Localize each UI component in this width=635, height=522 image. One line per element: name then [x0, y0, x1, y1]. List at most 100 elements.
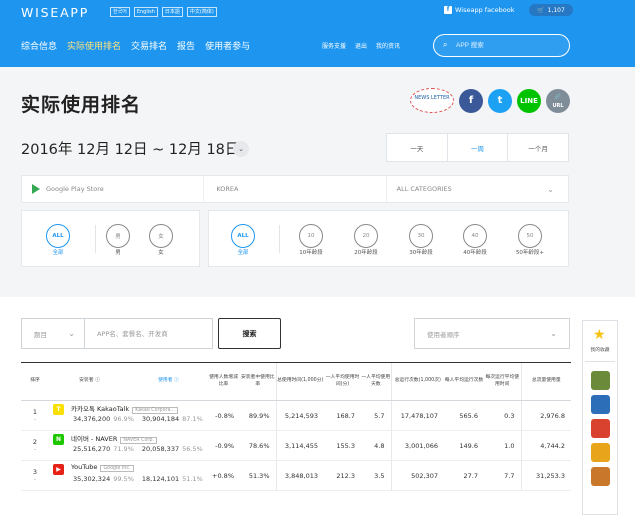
col-time-per-run[interactable]: 每次运行平均使用时间 — [484, 362, 521, 401]
share-facebook-icon[interactable]: f — [459, 89, 483, 113]
table-row[interactable]: 1- T 카카오톡 KakaoTalk Kakao Corpora... 34,376,… — [21, 400, 571, 431]
age-40s-face-icon: 40 — [463, 224, 487, 248]
col-users[interactable]: 使用者 ⓘ — [130, 362, 207, 401]
favorite-app-icon[interactable] — [591, 395, 610, 414]
facebook-link[interactable]: f Wiseapp facebook — [444, 6, 514, 14]
app-query-input[interactable] — [97, 329, 207, 338]
filter-bar: Google Play Store KOREA ALL CATEGORIES ⌄ — [21, 175, 569, 203]
nav-logout[interactable]: 退出 — [355, 41, 367, 50]
age-40s-label: 40年龄段 — [463, 250, 487, 256]
gender-all-option[interactable]: ALL 全部 — [38, 211, 78, 266]
share-url-icon[interactable]: 🔗 URL — [546, 89, 570, 113]
app-corp-badge: Google Inc. — [100, 465, 134, 472]
col-user-change[interactable]: 使用人数增减比率 — [207, 362, 240, 401]
language-switcher: 한국어 English 日本語 中文(简体) — [110, 7, 217, 17]
age-20s-option[interactable]: 20 20年龄段 — [346, 211, 386, 266]
age-30s-option[interactable]: 30 30年龄段 — [401, 211, 441, 266]
table-row[interactable]: 3- ▶ YouTube Google Inc. 35,302,324 99.5% 18,1… — [21, 460, 571, 491]
date-picker-chevron-icon[interactable]: ⌄ — [233, 141, 249, 157]
col-rank[interactable]: 排序 — [21, 362, 49, 401]
share-line-icon[interactable]: LINE — [517, 89, 541, 113]
genre-value: 题目 — [34, 330, 47, 339]
age-all-option[interactable]: ALL 全部 — [223, 211, 263, 266]
col-avg-time[interactable]: 一人平均使用时间(分) — [324, 362, 361, 401]
use-ratio-cell: 51.3% — [240, 460, 276, 491]
sort-select[interactable]: 使用者顺序 ⌄ — [414, 318, 570, 349]
country-select[interactable]: KOREA — [204, 176, 387, 202]
col-avg-runs[interactable]: 每人平均运行次数 — [444, 362, 484, 401]
nav-usage-ranking[interactable]: 实际使用排名 — [67, 39, 121, 52]
table-row[interactable]: 2- N 네이버 - NAVER NAVER Corp. 25,516,270 71.9%… — [21, 430, 571, 461]
store-select[interactable]: Google Play Store — [22, 176, 205, 202]
total-runs-cell: 17,478,107 — [390, 400, 444, 431]
traffic-cell: 2,976.8 — [520, 400, 571, 431]
age-filter: ALL 全部 10 10年龄段 20 20年龄段 30 30年龄段 40 40年… — [208, 210, 569, 267]
gender-all-icon: ALL — [46, 224, 70, 248]
category-select[interactable]: ALL CATEGORIES ⌄ — [387, 176, 568, 202]
favorite-app-icon[interactable] — [591, 371, 610, 390]
search-button[interactable]: 搜索 — [218, 318, 281, 349]
app-cell[interactable]: T 카카오톡 KakaoTalk Kakao Corpora... 34,376,20… — [49, 400, 207, 431]
period-month-button[interactable]: 一个月 — [508, 134, 568, 161]
app-name[interactable]: 네이버 - NAVER NAVER Corp. — [71, 433, 157, 444]
age-40s-option[interactable]: 40 40年龄段 — [455, 211, 495, 266]
nav-report[interactable]: 报告 — [177, 39, 195, 52]
period-day-button[interactable]: 一天 — [387, 134, 448, 161]
facebook-icon: f — [444, 6, 452, 14]
col-use-ratio[interactable]: 安装者中使用比率 — [240, 362, 276, 401]
google-play-icon — [32, 184, 40, 194]
user-change-cell: +0.8% — [207, 460, 240, 491]
lang-japanese[interactable]: 日本語 — [161, 7, 183, 17]
star-icon[interactable]: ★ — [593, 327, 606, 343]
app-cell[interactable]: N 네이버 - NAVER NAVER Corp. 25,516,270 71.9% 20… — [49, 430, 207, 461]
age-10s-face-icon: 10 — [299, 224, 323, 248]
newsletter-stamp-button[interactable]: NEWS LETTER — [410, 88, 454, 113]
col-installs[interactable]: 安装者 ⓘ — [49, 362, 130, 401]
use-ratio-cell: 89.9% — [240, 400, 276, 431]
traffic-cell: 31,253.3 — [520, 460, 571, 491]
lang-korean[interactable]: 한국어 — [110, 7, 130, 17]
col-traffic[interactable]: 总流量使用量 — [520, 362, 571, 401]
female-face-icon: 女 — [149, 224, 173, 248]
favorite-app-icon[interactable] — [591, 467, 610, 486]
genre-select[interactable]: 题目 ⌄ — [21, 318, 85, 349]
share-twitter-icon[interactable]: t — [488, 89, 512, 113]
nav-my-info[interactable]: 我的资讯 — [376, 41, 400, 50]
app-cell[interactable]: ▶ YouTube Google Inc. 35,302,324 99.5% 18,124… — [49, 460, 207, 491]
total-runs-cell: 502,307 — [390, 460, 444, 491]
gender-female-option[interactable]: 女 女 — [141, 211, 181, 266]
nav-overview[interactable]: 综合信息 — [21, 39, 57, 52]
favorite-app-icon[interactable] — [591, 443, 610, 462]
lang-english[interactable]: English — [133, 7, 158, 17]
app-name[interactable]: 카카오톡 KakaoTalk Kakao Corpora... — [71, 403, 179, 414]
user-change-cell: -0.9% — [207, 430, 240, 461]
store-value: Google Play Store — [46, 185, 104, 193]
favorites-label[interactable]: 我的收藏 — [583, 346, 617, 353]
age-50s-option[interactable]: 50 50年龄段+ — [510, 211, 550, 266]
wiseapp-logo[interactable]: WISEAPP — [21, 5, 89, 20]
gender-female-label: 女 — [158, 250, 164, 256]
app-search-input[interactable] — [456, 39, 556, 52]
rank-delta: - — [33, 475, 37, 483]
avg-time-cell: 155.3 — [324, 430, 361, 461]
cart-button[interactable]: 🛒 1,107 — [529, 4, 573, 16]
age-10s-option[interactable]: 10 10年龄段 — [291, 211, 331, 266]
divider — [95, 225, 96, 253]
col-total-time[interactable]: 总使用时间(1,000分) — [275, 362, 324, 401]
age-all-icon: ALL — [231, 224, 255, 248]
nav-user-engagement[interactable]: 使用者参与 — [205, 39, 250, 52]
app-name[interactable]: YouTube Google Inc. — [71, 463, 134, 472]
period-week-button[interactable]: 一周 — [448, 134, 509, 161]
lang-chinese[interactable]: 中文(简体) — [186, 7, 217, 17]
facebook-link-label: Wiseapp facebook — [455, 6, 515, 14]
search-icon[interactable]: ⌕ — [443, 40, 447, 50]
favorite-app-icon[interactable] — [591, 419, 610, 438]
gender-male-option[interactable]: 男 男 — [98, 211, 138, 266]
rank-cell: 2- — [21, 430, 49, 461]
col-total-runs[interactable]: 总运行次数(1,000次) — [390, 362, 444, 401]
col-avg-days[interactable]: 一人平均使用天数 — [361, 362, 391, 401]
nav-transaction-ranking[interactable]: 交易排名 — [131, 39, 167, 52]
nav-support[interactable]: 服务支援 — [322, 41, 346, 50]
avg-days-cell: 5.7 — [361, 400, 391, 431]
app-icon: N — [53, 434, 64, 445]
